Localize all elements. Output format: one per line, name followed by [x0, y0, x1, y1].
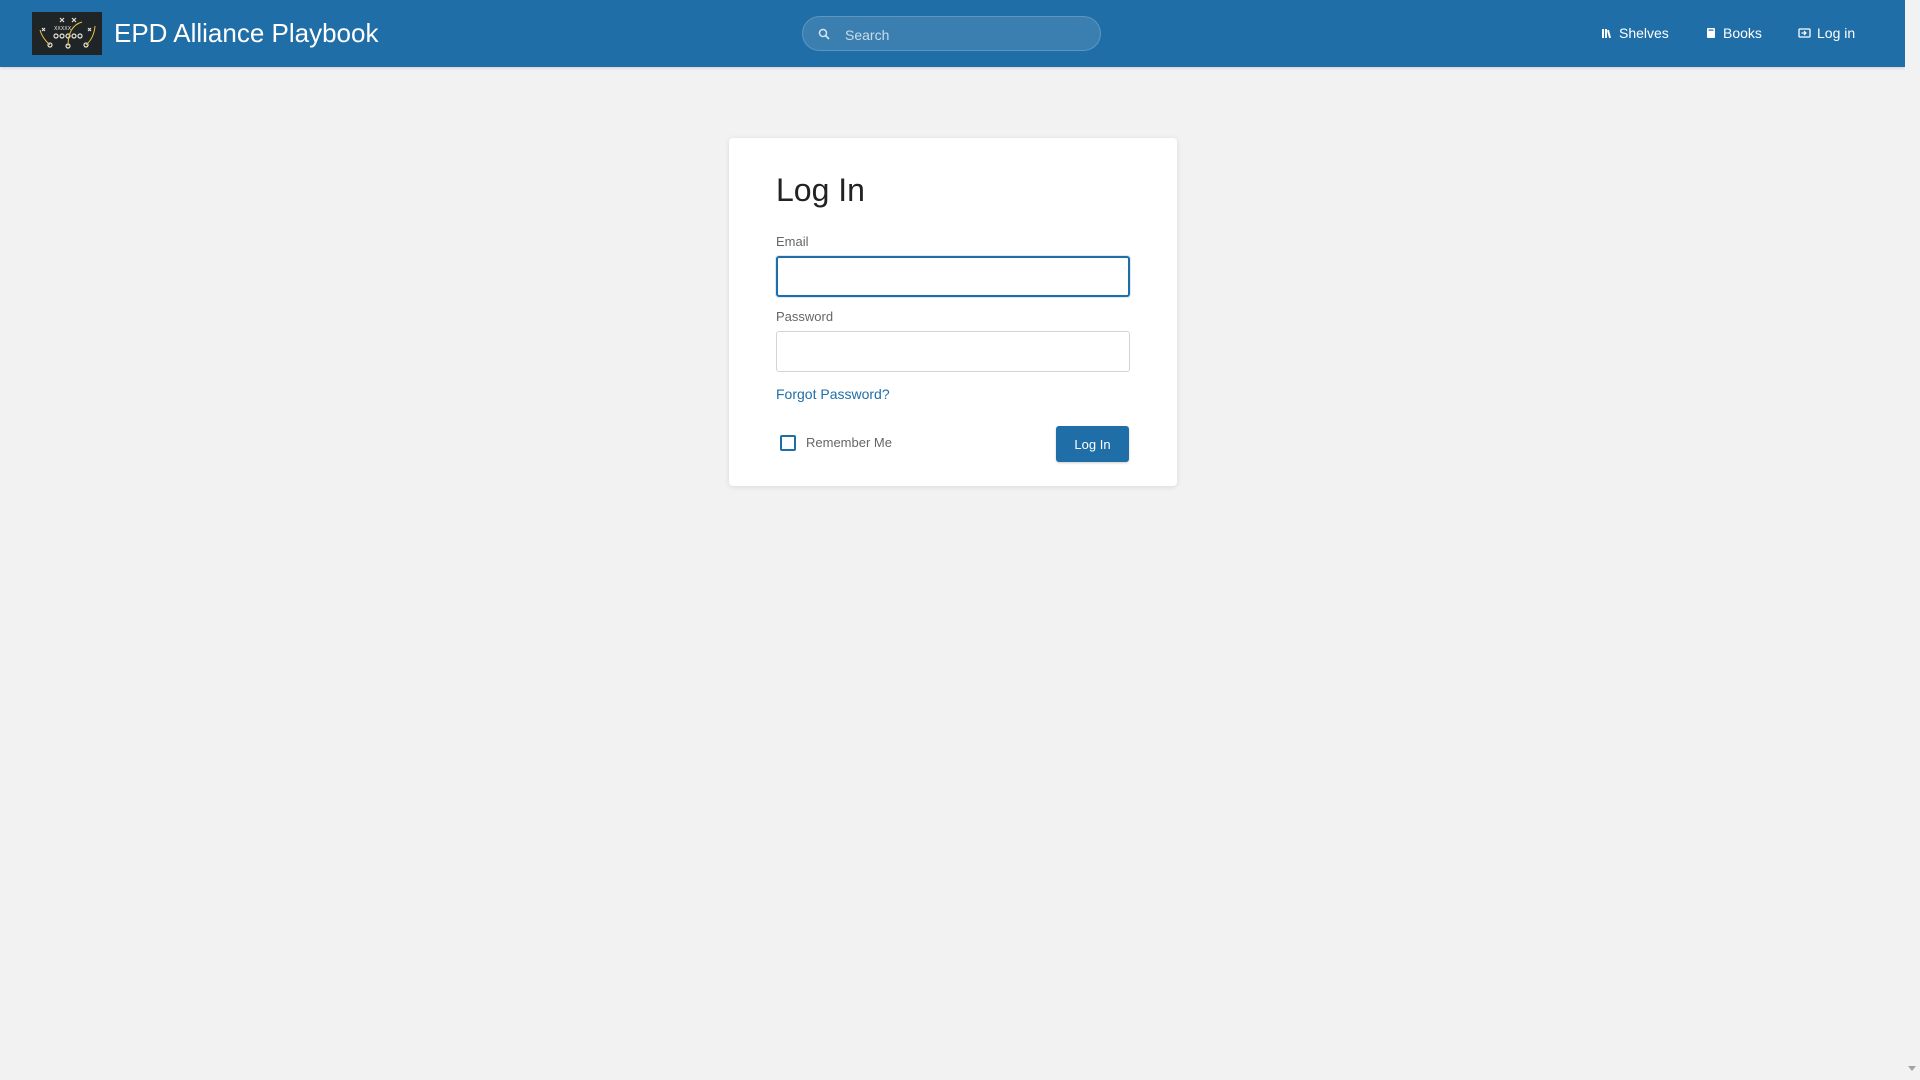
email-label: Email — [776, 234, 809, 249]
page-scrollbar[interactable] — [1905, 0, 1920, 1080]
scroll-down-icon[interactable] — [1908, 1058, 1916, 1076]
password-label: Password — [776, 309, 834, 324]
shelves-icon — [1601, 27, 1613, 39]
login-icon — [1798, 27, 1811, 39]
svg-text:XXXXX: XXXXX — [54, 26, 72, 32]
password-field[interactable] — [776, 331, 1130, 372]
login-card: Log In Email Password Forgot Password? R… — [729, 138, 1177, 486]
remember-me-checkbox[interactable] — [780, 435, 796, 451]
book-icon — [1705, 27, 1717, 39]
top-header: XXXXX EPD Alliance Playbook Shelves — [0, 0, 1905, 67]
nav-books-label: Books — [1723, 25, 1762, 41]
nav-shelves-link[interactable]: Shelves — [1601, 22, 1669, 44]
nav-shelves-label: Shelves — [1619, 25, 1669, 41]
site-title[interactable]: EPD Alliance Playbook — [114, 17, 378, 49]
email-field[interactable] — [776, 256, 1130, 297]
playbook-diagram-logo[interactable]: XXXXX — [32, 12, 102, 55]
login-button[interactable]: Log In — [1056, 426, 1129, 462]
search-input[interactable] — [843, 17, 1097, 52]
nav-books-link[interactable]: Books — [1705, 22, 1762, 44]
remember-me-label: Remember Me — [806, 435, 892, 450]
remember-me-option[interactable]: Remember Me — [780, 435, 892, 451]
nav-login-label: Log in — [1817, 25, 1856, 41]
nav-login-link[interactable]: Log in — [1798, 22, 1855, 44]
forgot-password-link[interactable]: Forgot Password? — [776, 385, 890, 403]
search-box[interactable] — [802, 16, 1101, 52]
search-icon — [818, 27, 830, 45]
login-title: Log In — [776, 172, 865, 208]
